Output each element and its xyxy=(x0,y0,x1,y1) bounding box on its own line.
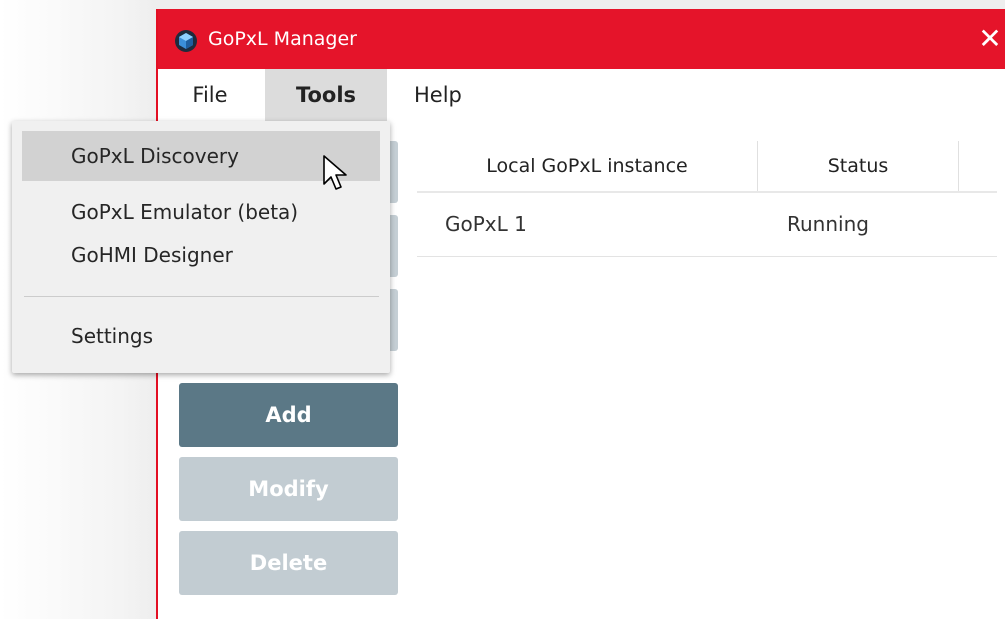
close-icon[interactable]: ✕ xyxy=(975,21,1005,57)
instance-name-cell: GoPxL 1 xyxy=(445,212,527,236)
column-header-instance[interactable]: Local GoPxL instance xyxy=(417,141,758,191)
add-button[interactable]: Add xyxy=(179,383,398,447)
table-row[interactable]: GoPxL 1 Running xyxy=(417,193,997,257)
delete-button[interactable]: Delete xyxy=(179,531,398,595)
menu-tools[interactable]: Tools xyxy=(265,69,387,121)
menu-file[interactable]: File xyxy=(172,69,248,121)
gopxl-logo-icon xyxy=(175,30,197,52)
menu-item-settings[interactable]: Settings xyxy=(22,311,380,361)
modify-button[interactable]: Modify xyxy=(179,457,398,521)
menu-help[interactable]: Help xyxy=(414,69,494,121)
menu-separator xyxy=(24,296,379,297)
instances-table-header: Local GoPxL instance Status xyxy=(417,141,997,193)
title-bar[interactable]: GoPxL Manager ✕ xyxy=(158,9,1005,69)
mouse-pointer-icon xyxy=(323,155,347,190)
menu-bar: File Tools Help xyxy=(158,69,1005,121)
column-header-status[interactable]: Status xyxy=(758,141,959,191)
window-title: GoPxL Manager xyxy=(208,28,357,50)
menu-item-gohmi-designer[interactable]: GoHMI Designer xyxy=(22,230,380,280)
instance-status-cell: Running xyxy=(787,212,869,236)
